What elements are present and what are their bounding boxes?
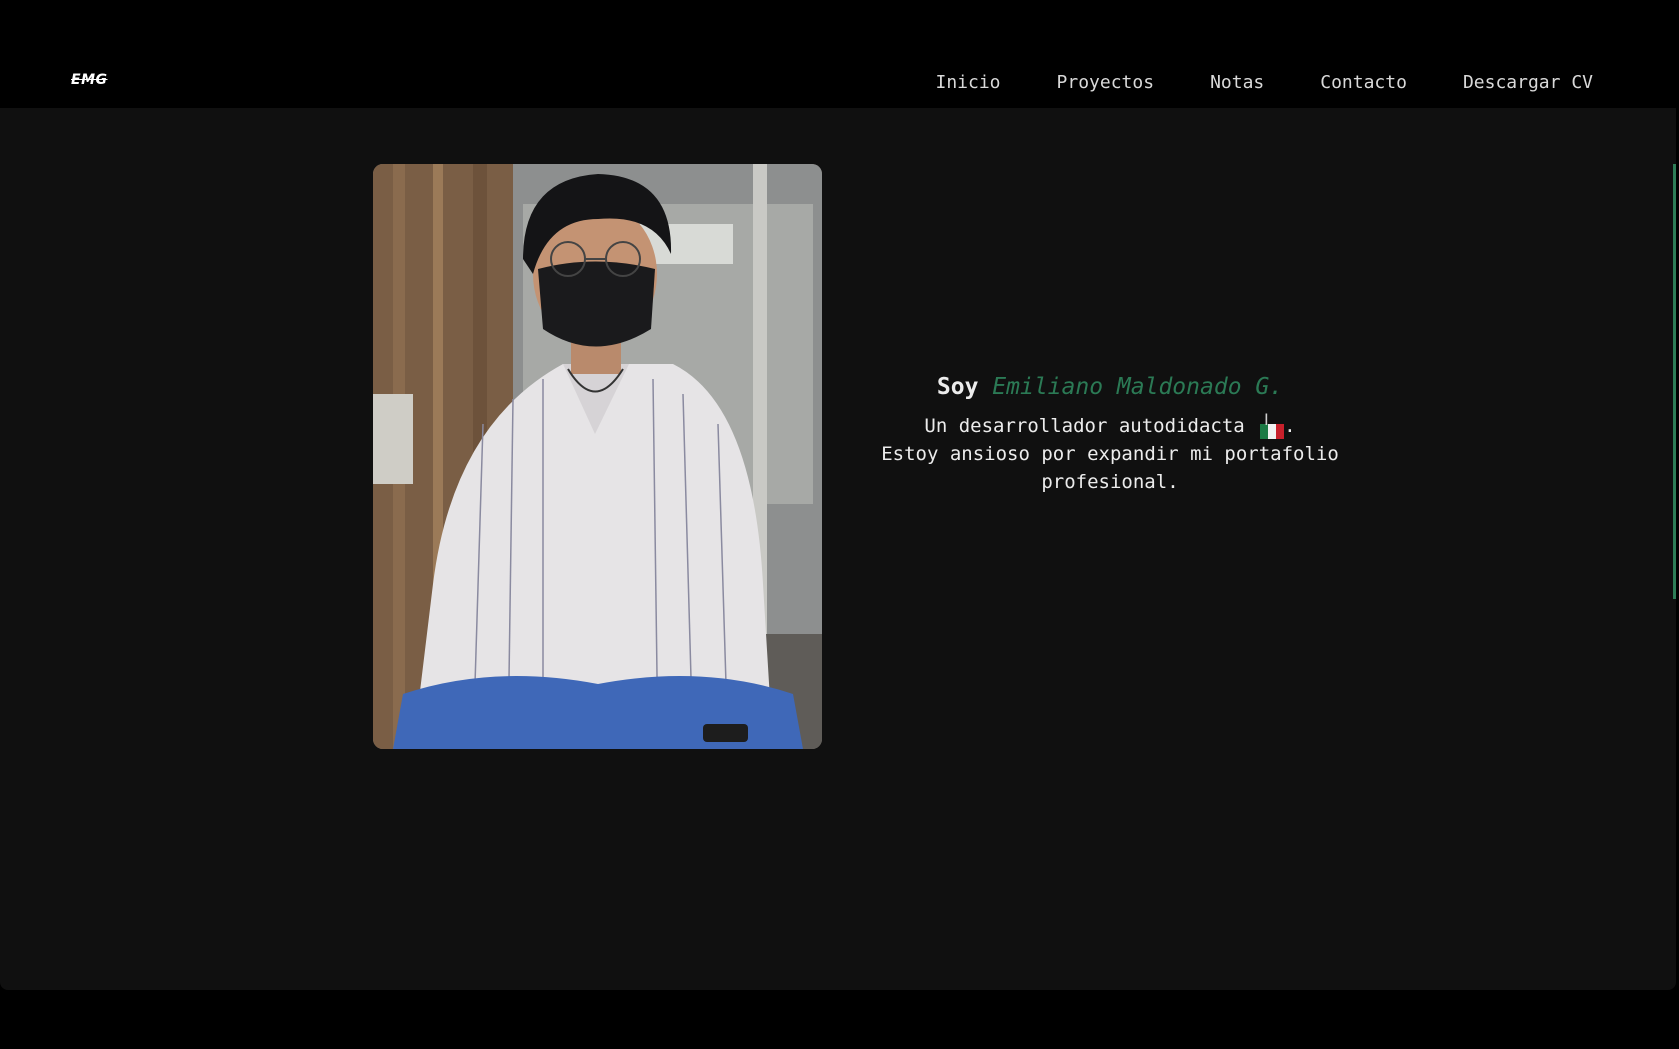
hero-greeting: Soy	[936, 374, 993, 400]
page: EMG Inicio Proyectos Notas Contacto Desc…	[0, 0, 1679, 1049]
profile-photo	[373, 164, 822, 749]
hero-name: Emiliano Maldonado G.	[992, 374, 1284, 400]
nav-menu: Inicio Proyectos Notas Contacto Descarga…	[879, 72, 1593, 93]
logo-link[interactable]: EMG	[71, 72, 108, 88]
navbar: EMG Inicio Proyectos Notas Contacto Desc…	[0, 0, 1679, 108]
hero-title: Soy Emiliano Maldonado G.	[850, 374, 1370, 400]
nav-link-contacto[interactable]: Contacto	[1320, 72, 1407, 93]
hero-section: Soy Emiliano Maldonado G. Un desarrollad…	[850, 374, 1370, 496]
profile-photo-illustration	[373, 164, 822, 749]
nav-link-inicio[interactable]: Inicio	[935, 72, 1000, 93]
hero-line-2: Estoy ansioso por expandir mi portafolio	[881, 443, 1339, 465]
hero-line-1: Un desarrollador autodidacta .	[850, 412, 1370, 440]
nav-link-descargar-cv[interactable]: Descargar CV	[1463, 72, 1593, 93]
main-content	[0, 108, 1676, 990]
hero-line-3: profesional.	[1041, 471, 1179, 493]
text-cursor-icon: I	[1264, 410, 1269, 429]
hero-line-1-text: Un desarrollador autodidacta	[924, 415, 1257, 437]
nav-link-notas[interactable]: Notas	[1210, 72, 1264, 93]
nav-link-proyectos[interactable]: Proyectos	[1057, 72, 1155, 93]
hero-line-1-end: .	[1284, 415, 1296, 437]
scrollbar-accent	[1673, 164, 1676, 599]
